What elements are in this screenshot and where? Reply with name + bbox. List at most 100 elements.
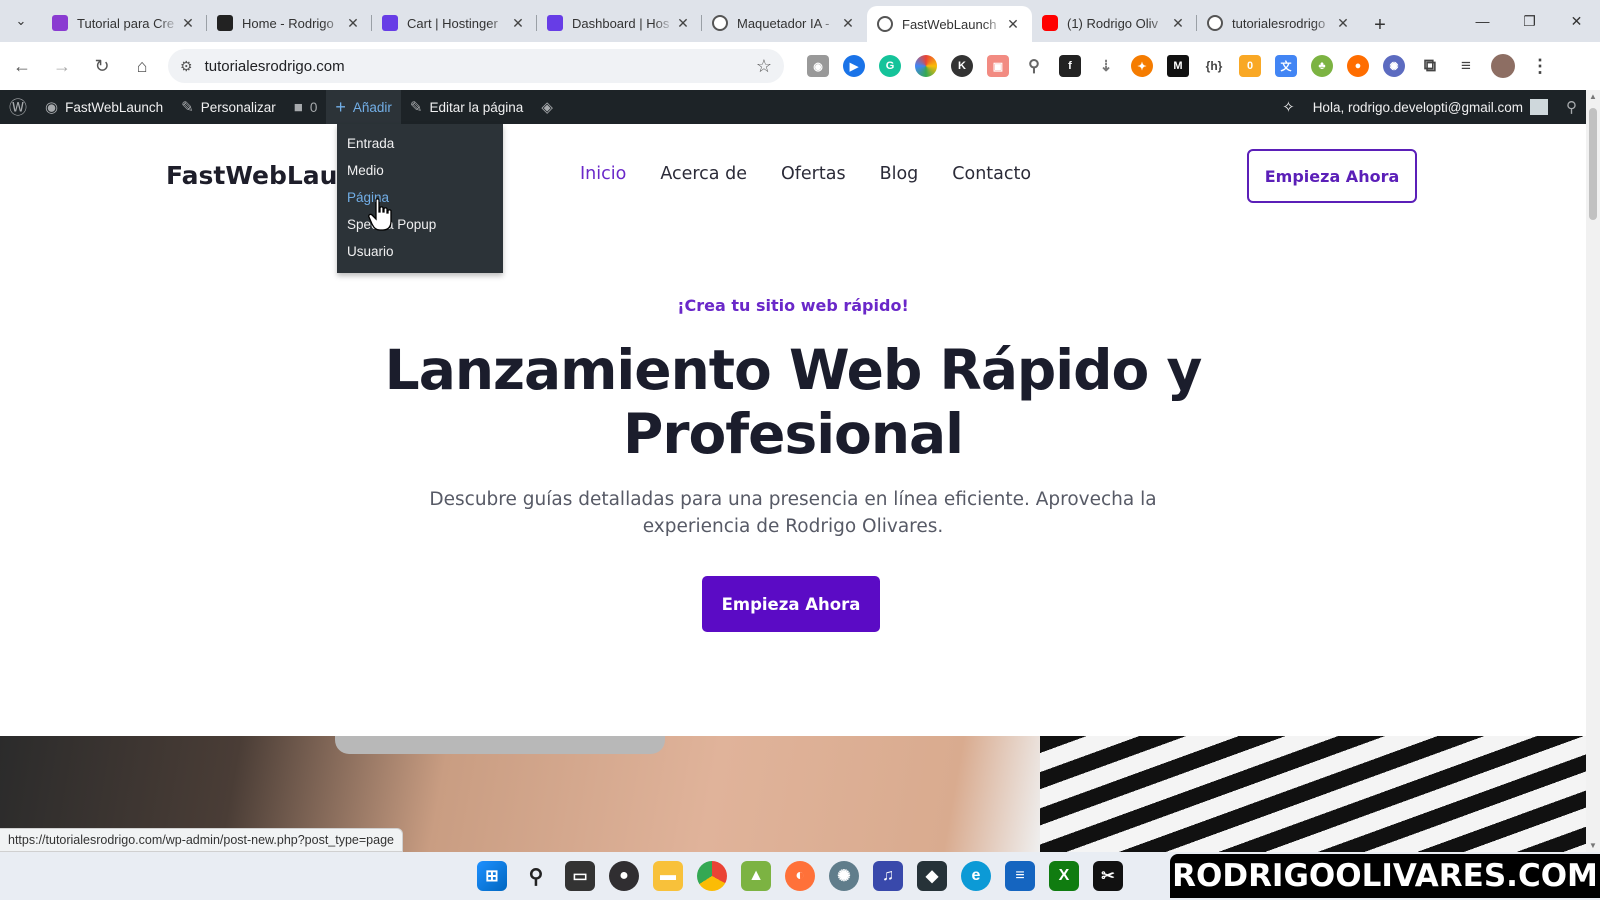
hero-title-line2: Profesional [623,402,964,466]
photo-app-icon[interactable]: ▲ [741,861,771,891]
firefox-icon[interactable]: ◐ [785,861,815,891]
leaf-extension-icon[interactable]: ♣ [1311,55,1333,77]
media-control-icon[interactable]: ≡ [1455,55,1477,77]
home-icon[interactable]: ⌂ [124,48,160,84]
puzzle-icon[interactable]: ⧉ [1419,55,1441,77]
fonts-extension-icon[interactable]: f [1059,55,1081,77]
account-menu[interactable]: Hola, rodrigo.developti@gmail.com [1304,90,1557,124]
tab-strip: ⌄ Tutorial para Cre ✕ Home - Rodrigo ✕ Car… [0,0,1600,42]
close-window-icon[interactable]: ✕ [1553,0,1600,42]
sparkle-icon[interactable]: ✧ [1273,90,1304,124]
nav-item-blog[interactable]: Blog [880,164,919,184]
color-extension-icon[interactable] [915,55,937,77]
scroll-thumb[interactable] [1589,108,1597,220]
new-tab-button[interactable]: + [1362,8,1398,42]
scroll-down-icon[interactable]: ▼ [1586,841,1600,850]
tab-title: Dashboard | Hos [572,15,670,31]
dropdown-item-usuario[interactable]: Usuario [337,238,503,265]
url-text[interactable]: tutorialesrodrigo.com [205,58,756,75]
play-extension-icon[interactable]: ▶ [843,55,865,77]
header-cta-button[interactable]: Empieza Ahora [1247,149,1417,203]
tab-close-icon[interactable]: ✕ [344,15,362,32]
striped-shirt-image [1040,736,1586,852]
restore-icon[interactable]: ❐ [1506,0,1553,42]
customize-link[interactable]: ✎ Personalizar [172,90,285,124]
translate-extension-icon[interactable]: 文 [1275,55,1297,77]
comments-link[interactable]: ■ 0 [285,90,327,124]
bookmark-star-icon[interactable]: ☆ [756,56,772,77]
edge-icon[interactable]: e [961,861,991,891]
nav-item-acerca[interactable]: Acerca de [660,164,747,184]
more-menu-icon[interactable]: ⋮ [1529,55,1551,77]
camera-extension-icon[interactable]: ◉ [807,55,829,77]
badge-extension-icon[interactable]: 0 [1239,55,1261,77]
m-extension-icon[interactable]: M [1167,55,1189,77]
tab-close-icon[interactable]: ✕ [1004,16,1022,33]
hero-title-line1: Lanzamiento Web Rápido y [384,338,1203,402]
tab-close-icon[interactable]: ✕ [674,15,692,32]
add-new-menu[interactable]: + Añadir [326,90,401,124]
back-arrow-icon[interactable]: ← [4,48,40,84]
browser-tab[interactable]: Cart | Hostinger ✕ [372,6,537,40]
hero-cta-button[interactable]: Empieza Ahora [702,576,880,632]
browser-tab[interactable]: Home - Rodrigo ✕ [207,6,372,40]
screenshot-extension-icon[interactable]: ▣ [987,55,1009,77]
minimize-icon[interactable]: — [1459,0,1506,42]
obs-icon[interactable]: ● [609,861,639,891]
search-taskbar-icon[interactable]: ⚲ [521,861,551,891]
tab-close-icon[interactable]: ✕ [1169,15,1187,32]
avatar[interactable] [1491,54,1515,78]
site-info-icon[interactable]: ⚙ [180,58,193,75]
user-avatar [1530,99,1548,115]
k-extension-icon[interactable]: K [951,55,973,77]
diamond-icon[interactable]: ◈ [532,90,562,124]
zoom-extension-icon[interactable]: ⚲ [1023,55,1045,77]
dropdown-item-entrada[interactable]: Entrada [337,130,503,157]
tab-close-icon[interactable]: ✕ [1334,15,1352,32]
search-icon[interactable]: ⚲ [1557,90,1586,124]
task-view-icon[interactable]: ▭ [565,861,595,891]
browser-tab[interactable]: Maquetador IA - ✕ [702,6,867,40]
nav-item-ofertas[interactable]: Ofertas [781,164,846,184]
browser-tab[interactable]: tutorialesrodrigo ✕ [1197,6,1362,40]
nav-item-contacto[interactable]: Contacto [952,164,1031,184]
browser-tab[interactable]: Tutorial para Cre ✕ [42,6,207,40]
orange-extension-icon[interactable]: ✦ [1131,55,1153,77]
code-extension-icon[interactable]: {h} [1203,55,1225,77]
nav-item-inicio[interactable]: Inicio [580,164,626,184]
forward-arrow-icon[interactable]: → [44,48,80,84]
headphones-icon[interactable]: ♫ [873,861,903,891]
tab-close-icon[interactable]: ✕ [839,15,857,32]
download-extension-icon[interactable]: ⇣ [1095,55,1117,77]
tab-search-chevron-icon[interactable]: ⌄ [0,0,42,42]
chrome-icon[interactable] [697,861,727,891]
dropdown-item-medio[interactable]: Medio [337,157,503,184]
edit-page-link[interactable]: ✎ Editar la página [401,90,532,124]
tab-title: FastWebLaunch [902,16,997,32]
browser-tab[interactable]: (1) Rodrigo Oliv ✕ [1032,6,1197,40]
settings-icon[interactable]: ✺ [829,861,859,891]
website-content: FastWebLaunch Inicio Acerca de Ofertas B… [0,124,1586,852]
gear-extension-icon[interactable]: ✺ [1383,55,1405,77]
site-name-link[interactable]: ◉ FastWebLaunch [36,90,172,124]
dropdown-item-pagina[interactable]: Página [337,184,503,211]
dark-app-icon[interactable]: ◆ [917,861,947,891]
windows-start-icon[interactable]: ⊞ [477,861,507,891]
address-bar[interactable]: ⚙ tutorialesrodrigo.com ☆ [168,49,784,83]
reload-icon[interactable]: ↻ [84,48,120,84]
wordpress-logo-icon[interactable]: Ⓦ [0,90,36,124]
dropdown-item-spectra-popup[interactable]: Spectra Popup [337,211,503,238]
browser-tab[interactable]: Dashboard | Hos ✕ [537,6,702,40]
hero-title: Lanzamiento Web Rápido y Profesional [0,338,1586,466]
xbox-icon[interactable]: X [1049,861,1079,891]
page-scrollbar[interactable]: ▲ ▼ [1586,90,1600,852]
notepad-icon[interactable]: ≡ [1005,861,1035,891]
scroll-up-icon[interactable]: ▲ [1586,92,1600,101]
file-explorer-icon[interactable]: ▬ [653,861,683,891]
tab-close-icon[interactable]: ✕ [179,15,197,32]
grammarly-extension-icon[interactable]: G [879,55,901,77]
capcut-icon[interactable]: ✂ [1093,861,1123,891]
circle-extension-icon[interactable]: ● [1347,55,1369,77]
browser-tab-active[interactable]: FastWebLaunch ✕ [867,6,1032,42]
tab-close-icon[interactable]: ✕ [509,15,527,32]
